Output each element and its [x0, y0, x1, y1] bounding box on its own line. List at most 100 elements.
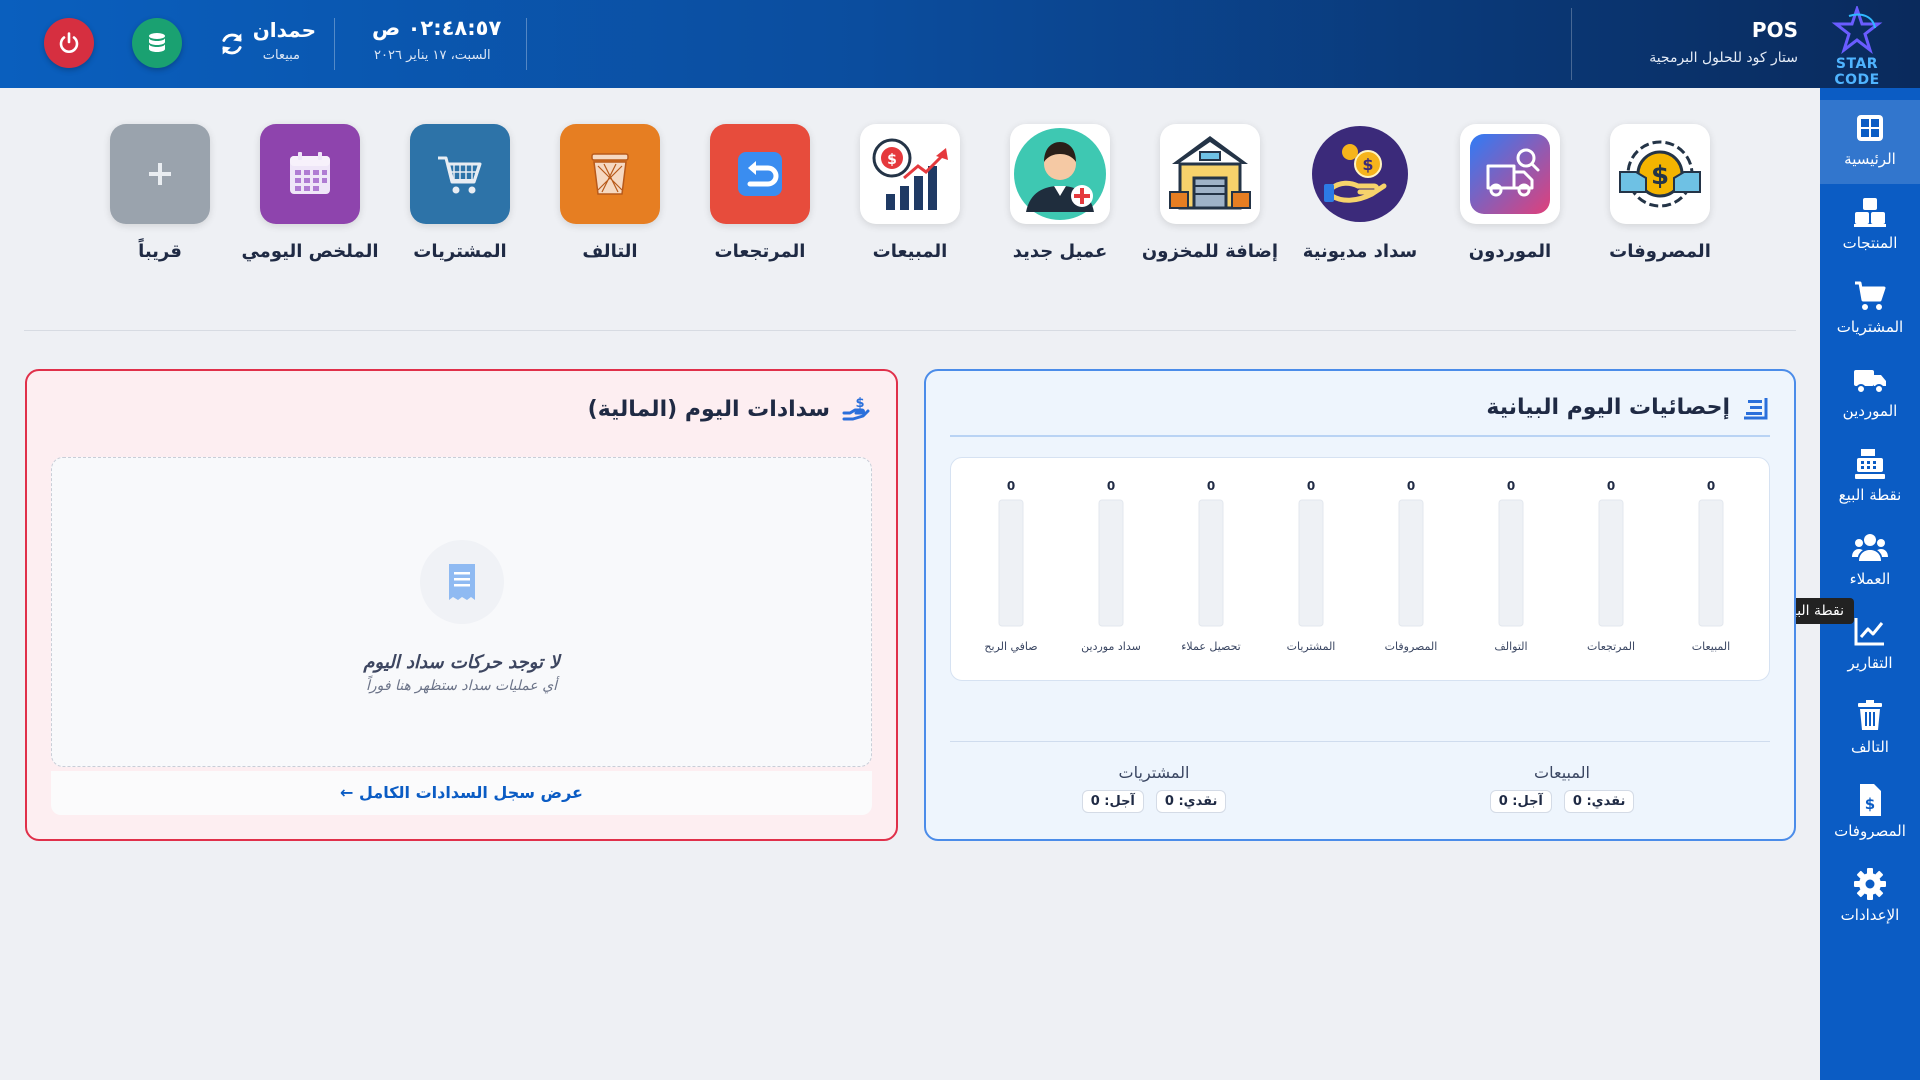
bar-value-label: 0 — [1007, 479, 1015, 493]
sidebar-item-suppliers[interactable]: الموردين — [1820, 352, 1920, 436]
purchases-totals: المشتريات نقدي: 0 آجل: 0 — [1034, 763, 1274, 813]
section-divider — [24, 330, 1796, 331]
damaged-bin-icon — [591, 153, 629, 195]
bar-value-label: 0 — [1407, 479, 1415, 493]
sidebar-item-pos[interactable]: نقطة البيع — [1820, 436, 1920, 520]
quick-action-coming-soon[interactable]: قريباً — [90, 124, 230, 266]
gear-icon — [1854, 868, 1886, 900]
empty-state-subtitle: أي عمليات سداد ستظهر هنا فوراً — [365, 678, 558, 694]
sidebar-item-customers[interactable]: العملاء — [1820, 520, 1920, 604]
cash-register-icon — [1855, 449, 1885, 479]
sidebar-item-purchases[interactable]: المشتريات — [1820, 268, 1920, 352]
suppliers-icon — [1470, 134, 1550, 214]
svg-text:$: $ — [887, 152, 897, 168]
quick-action-debt-payment[interactable]: $ سداد مديونية — [1290, 124, 1430, 266]
quick-action-add-stock[interactable]: إضافة للمخزون — [1140, 124, 1280, 266]
star-logo-icon — [1831, 6, 1883, 54]
logout-button[interactable] — [44, 18, 94, 68]
plus-icon — [149, 163, 171, 185]
sidebar-item-expenses[interactable]: $ المصروفات — [1820, 772, 1920, 856]
purchases-cash-badge: نقدي: 0 — [1155, 790, 1227, 813]
quick-action-label: الموردون — [1468, 241, 1552, 262]
users-icon — [1852, 534, 1888, 561]
quick-action-tile: $ — [1310, 124, 1410, 224]
backup-button[interactable] — [132, 18, 182, 68]
quick-action-tile — [410, 124, 510, 224]
sidebar-item-label: الرئيسية — [1844, 150, 1896, 168]
chart-line-icon — [1854, 618, 1884, 646]
sidebar-item-home[interactable]: الرئيسية — [1820, 100, 1920, 184]
hand-holding-dollar-icon: $ — [842, 396, 870, 421]
quick-action-purchases[interactable]: المشتريات — [390, 124, 530, 266]
empty-state-icon-wrap — [419, 540, 504, 624]
refresh-button[interactable] — [218, 30, 246, 58]
bar-value-label: 0 — [1307, 479, 1315, 493]
view-payments-log-link[interactable]: عرض سجل السدادات الكامل ← — [51, 771, 872, 815]
header-divider — [334, 18, 335, 70]
quick-action-label: المبيعات — [872, 241, 948, 262]
bar-track — [1098, 499, 1124, 627]
quick-action-suppliers[interactable]: الموردون — [1440, 124, 1580, 266]
stats-panel-title: إحصائيات اليوم البيانية — [1486, 395, 1730, 420]
bar-track — [1398, 499, 1424, 627]
quick-action-label: الملخص اليومي — [241, 241, 379, 262]
bar-track — [1498, 499, 1524, 627]
quick-action-tile: $ — [1610, 124, 1710, 224]
quick-action-returns[interactable]: المرتجعات — [690, 124, 830, 266]
sidebar-item-settings[interactable]: الإعدادات — [1820, 856, 1920, 940]
title-rule — [950, 435, 1770, 437]
bar-value-label: 0 — [1607, 479, 1615, 493]
sidebar-item-label: الإعدادات — [1840, 906, 1900, 924]
quick-action-label: المصروفات — [1609, 241, 1711, 262]
quick-action-label: التالف — [582, 241, 638, 262]
totals-divider — [950, 741, 1770, 742]
sidebar-item-label: الموردين — [1842, 402, 1898, 420]
purchases-credit-badge: آجل: 0 — [1081, 790, 1144, 813]
sidebar-item-label: المشتريات — [1836, 318, 1904, 336]
quick-action-tile — [260, 124, 360, 224]
quick-action-label: سداد مديونية — [1302, 241, 1418, 262]
boxes-icon — [1854, 198, 1886, 227]
quick-action-new-customer[interactable]: عميل جديد — [990, 124, 1130, 266]
user-name: حمدان — [252, 18, 316, 42]
sales-cash-badge: نقدي: 0 — [1563, 790, 1635, 813]
brand-logo: STAR CODE — [1812, 6, 1902, 88]
quick-action-sales[interactable]: $ المبيعات — [840, 124, 980, 266]
quick-action-tile — [1460, 124, 1560, 224]
sidebar: الرئيسية المنتجات المشتريات الموردين نقط… — [1775, 88, 1920, 1080]
dashboard-icon — [1857, 115, 1883, 141]
arrow-left-icon: ← — [340, 783, 354, 802]
quick-action-daily-summary[interactable]: الملخص اليومي — [240, 124, 380, 266]
quick-action-label: إضافة للمخزون — [1141, 241, 1279, 262]
quick-action-damaged[interactable]: التالف — [540, 124, 680, 266]
purchases-cart-icon — [438, 156, 482, 194]
bar-value-label: 0 — [1507, 479, 1515, 493]
bar-track — [1298, 499, 1324, 627]
svg-text:$: $ — [1362, 155, 1373, 174]
quick-action-expenses[interactable]: $ المصروفات — [1590, 124, 1730, 266]
sidebar-item-label: التالف — [1851, 738, 1889, 756]
category-label: المصروفات — [1385, 640, 1438, 653]
quick-action-tile — [560, 124, 660, 224]
category-label: المرتجعات — [1587, 640, 1635, 653]
quick-action-tile — [1010, 124, 1110, 224]
sidebar-item-label: نقطة البيع — [1838, 486, 1902, 504]
truck-icon — [1854, 370, 1886, 394]
brand-block: STAR CODE POS ستار كود للحلول البرمجية — [1560, 0, 1920, 88]
sidebar-item-label: المصروفات — [1834, 822, 1906, 840]
returns-icon — [738, 152, 782, 196]
quick-action-label: قريباً — [138, 241, 182, 262]
sync-icon — [222, 33, 242, 55]
header-divider — [526, 18, 527, 70]
power-icon — [59, 32, 79, 53]
sidebar-item-damaged[interactable]: التالف — [1820, 688, 1920, 772]
sidebar-item-products[interactable]: المنتجات — [1820, 184, 1920, 268]
bar-value-label: 0 — [1107, 479, 1115, 493]
sidebar-item-label: العملاء — [1849, 570, 1891, 588]
bar-track — [1698, 499, 1724, 627]
stats-chart: 0 المبيعات 0 المرتجعات 0 التوالف 0 المصروفات 0 ال… — [950, 457, 1770, 681]
empty-state: لا توجد حركات سداد اليوم أي عمليات سداد … — [51, 457, 872, 767]
expenses-icon: $ — [1619, 140, 1701, 208]
invoice-dollar-icon: $ — [1860, 784, 1881, 816]
trash-icon — [1858, 700, 1882, 730]
